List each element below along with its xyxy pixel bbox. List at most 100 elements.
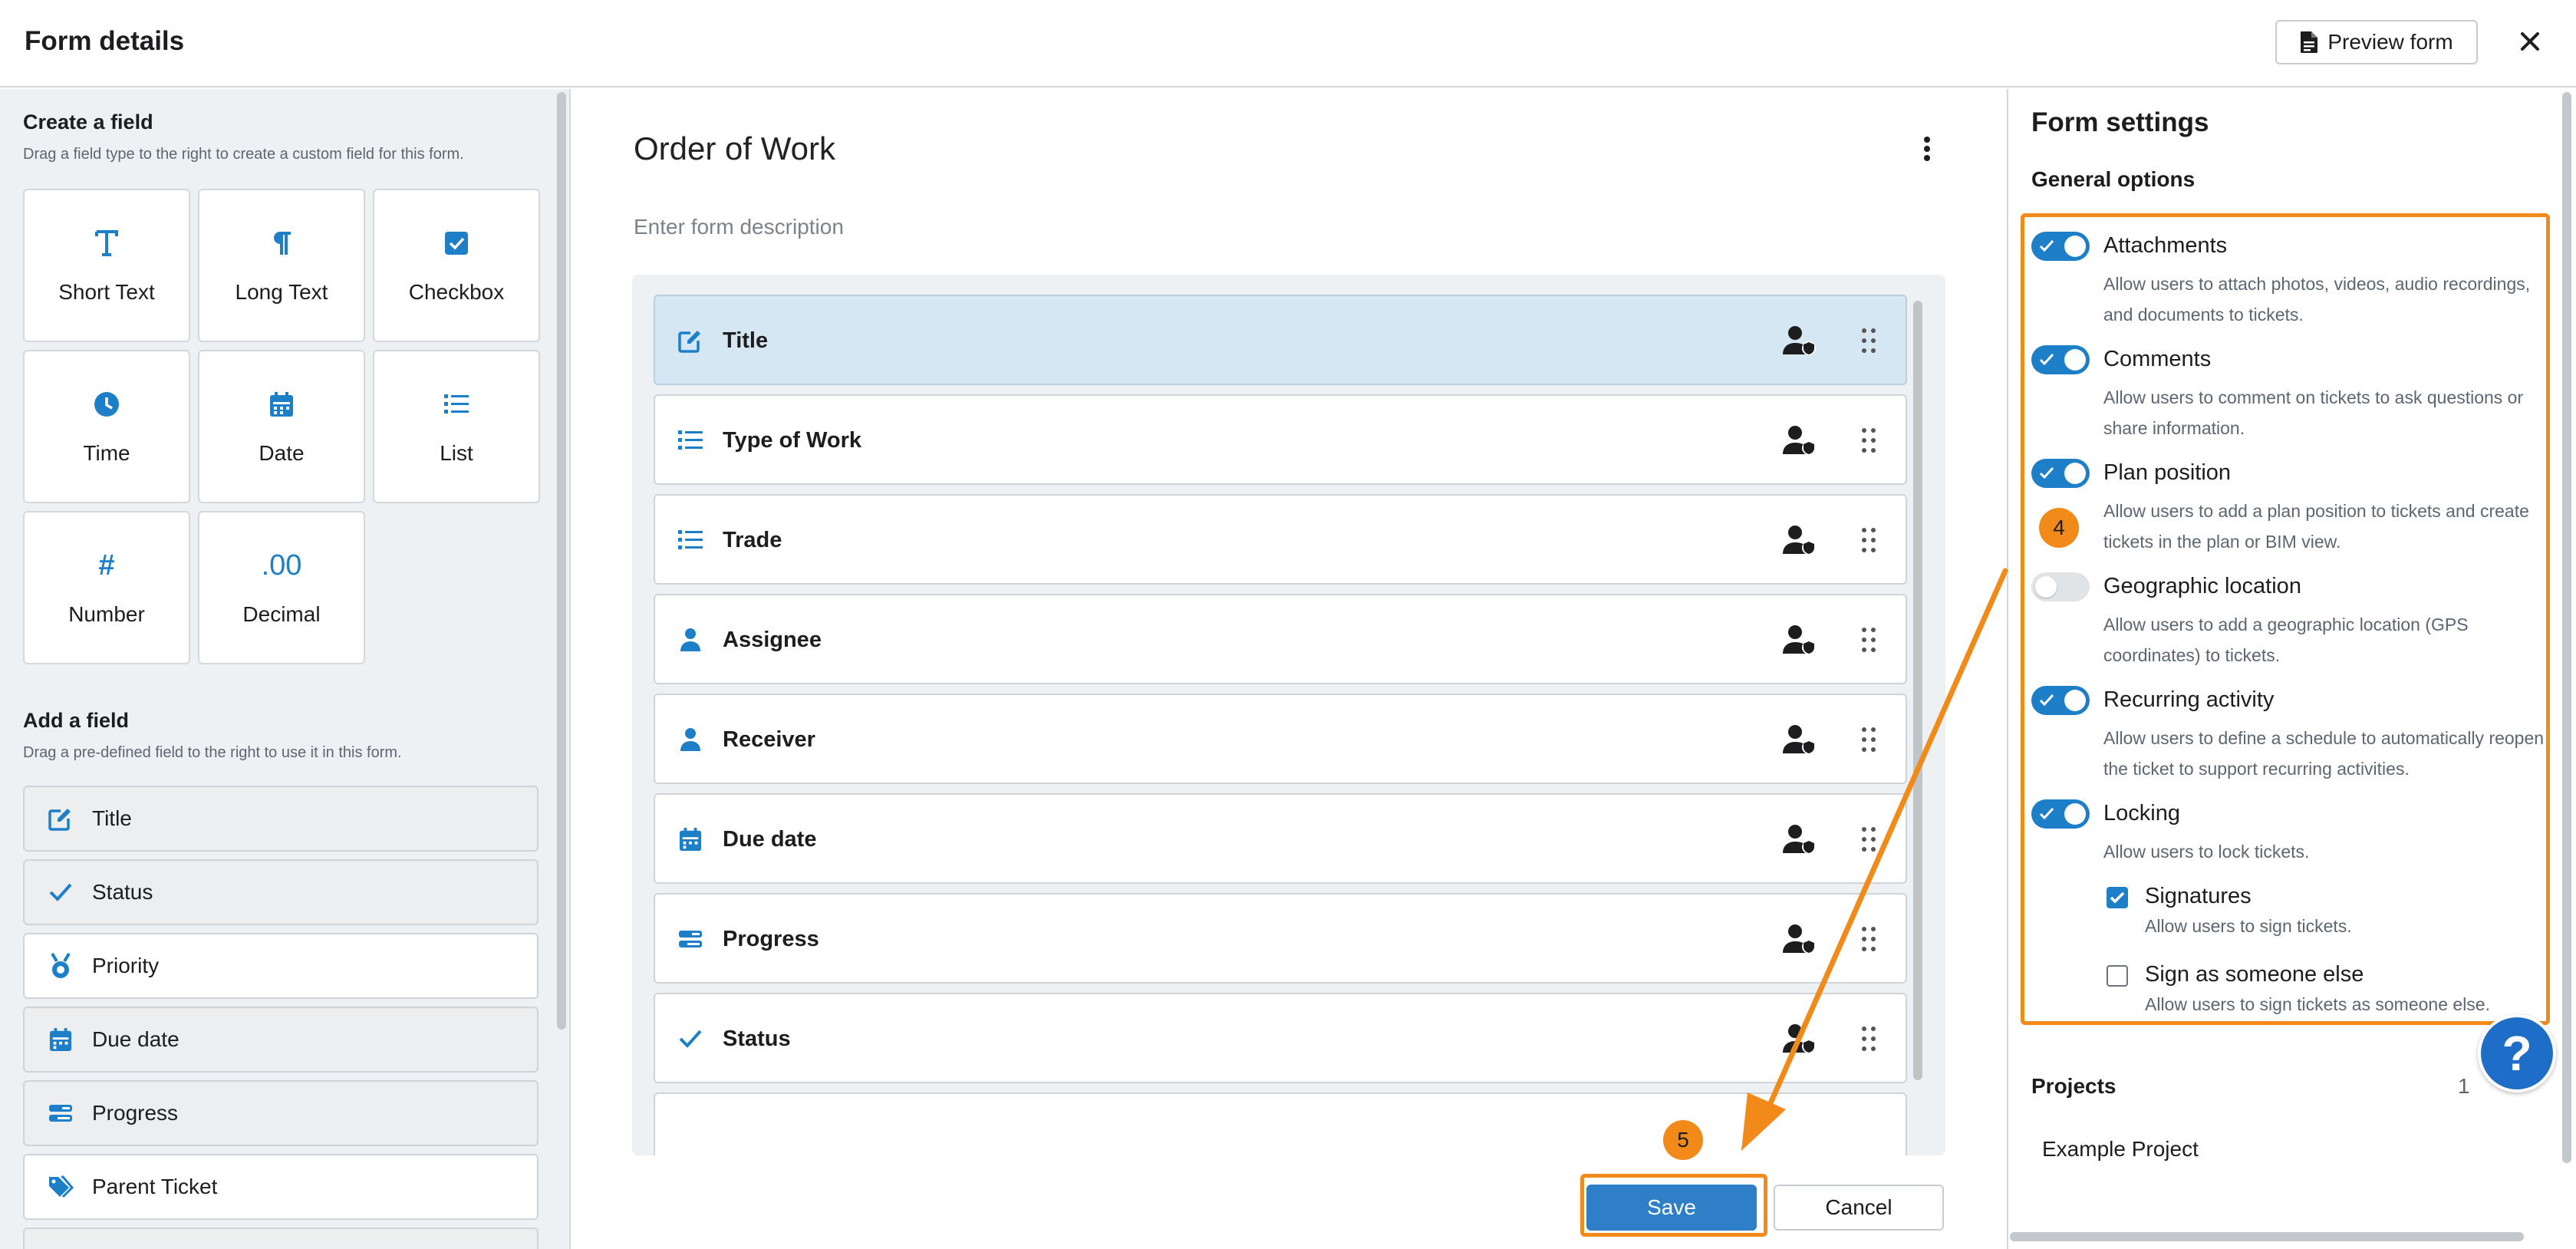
form-editor-panel: Order of Work Enter form description Tit…: [572, 89, 2007, 1249]
form-field-row-partial[interactable]: [654, 1092, 1907, 1155]
field-type-list[interactable]: List: [373, 350, 540, 503]
checkbox-icon: [444, 226, 469, 260]
form-field-label: Assignee: [723, 628, 822, 652]
comments-toggle[interactable]: [2031, 345, 2090, 374]
option-description: Allow users to add a geographic location…: [2103, 615, 2469, 665]
field-type-short-text[interactable]: Short Text: [23, 189, 190, 342]
drag-handle-icon[interactable]: [1861, 826, 1876, 853]
user-permission-icon[interactable]: [1783, 325, 1817, 356]
form-field-row[interactable]: Due date: [654, 793, 1907, 884]
fields-list-scrollbar[interactable]: [1913, 301, 1922, 1080]
user-permission-icon[interactable]: [1783, 924, 1817, 954]
user-permission-icon[interactable]: [1783, 824, 1817, 855]
recurring-activity-toggle[interactable]: [2031, 686, 2090, 715]
user-permission-icon[interactable]: [1783, 525, 1817, 555]
more-options-icon[interactable]: [1919, 132, 1935, 166]
header: Form details Preview form: [0, 0, 2576, 87]
option-description: Allow users to add a plan position to ti…: [2103, 501, 2529, 552]
add-field-title: Add a field: [23, 709, 130, 732]
edit-icon: [48, 806, 74, 832]
form-field-row[interactable]: Type of Work: [654, 394, 1907, 485]
cancel-button[interactable]: Cancel: [1774, 1185, 1944, 1231]
calendar-icon: [48, 1027, 74, 1053]
option-description: Allow users to define a schedule to auto…: [2103, 728, 2545, 779]
signatures-checkbox[interactable]: [2107, 887, 2128, 908]
field-type-long-text[interactable]: Long Text: [198, 189, 365, 342]
create-field-subtitle: Drag a field type to the right to create…: [23, 146, 464, 163]
predefined-field-progress[interactable]: Progress: [23, 1080, 539, 1146]
drag-handle-icon[interactable]: [1861, 327, 1876, 354]
drag-handle-icon[interactable]: [1861, 1025, 1876, 1053]
person-icon: [677, 726, 704, 753]
field-type-label: Checkbox: [408, 280, 505, 304]
hash-icon: #: [98, 549, 115, 582]
predefined-field-parent-ticket[interactable]: Parent Ticket: [23, 1154, 539, 1220]
preview-form-button[interactable]: Preview form: [2275, 20, 2478, 64]
form-field-label: Receiver: [723, 727, 815, 752]
drag-handle-icon[interactable]: [1861, 626, 1876, 654]
predefined-field-label: Priority: [92, 954, 160, 977]
form-description-input[interactable]: Enter form description: [634, 215, 844, 239]
right-horizontal-scrollbar[interactable]: [2010, 1232, 2524, 1241]
user-permission-icon[interactable]: [1783, 425, 1817, 456]
field-type-time[interactable]: Time: [23, 350, 190, 503]
predefined-field-label: Title: [92, 806, 132, 830]
save-button[interactable]: Save: [1586, 1185, 1757, 1231]
form-field-row[interactable]: Status: [654, 993, 1907, 1083]
attachments-toggle[interactable]: [2031, 232, 2090, 261]
create-field-title: Create a field: [23, 110, 153, 133]
page-title: Form details: [25, 26, 185, 56]
predefined-field-priority[interactable]: Priority: [23, 933, 539, 999]
field-type-label: List: [440, 441, 473, 465]
predefined-field-title[interactable]: Title: [23, 786, 539, 852]
field-type-label: Date: [259, 441, 305, 465]
sign-as-someone-else-checkbox[interactable]: [2107, 965, 2128, 987]
field-type-label: Decimal: [242, 602, 321, 626]
user-permission-icon[interactable]: [1783, 624, 1817, 655]
progress-icon: [48, 1100, 74, 1126]
field-type-decimal[interactable]: .00 Decimal: [198, 511, 365, 664]
form-fields-list: Title Type of Work Trade Assignee Receiv…: [632, 275, 1945, 1155]
edit-icon: [677, 327, 704, 354]
locking-toggle[interactable]: [2031, 799, 2090, 829]
field-type-checkbox[interactable]: Checkbox: [373, 189, 540, 342]
check-icon: [677, 1025, 704, 1053]
text-icon: [95, 226, 118, 260]
list-icon: [677, 427, 704, 454]
decimal-icon: .00: [261, 549, 302, 582]
close-icon[interactable]: [2516, 28, 2544, 55]
plan-position-toggle[interactable]: [2031, 459, 2090, 488]
field-type-number[interactable]: # Number: [23, 511, 190, 664]
user-permission-icon[interactable]: [1783, 1023, 1817, 1054]
help-button[interactable]: ?: [2478, 1014, 2556, 1092]
right-scrollbar[interactable]: [2562, 92, 2571, 1163]
geographic-location-toggle[interactable]: [2031, 572, 2090, 601]
field-type-label: Number: [68, 602, 145, 626]
option-title: Geographic location: [2103, 574, 2301, 598]
predefined-field-partial[interactable]: [23, 1228, 539, 1249]
left-scrollbar[interactable]: [557, 92, 566, 1030]
option-title: Plan position: [2103, 460, 2232, 485]
projects-count: 1: [2458, 1074, 2470, 1098]
form-field-row[interactable]: Assignee: [654, 594, 1907, 684]
add-field-subtitle: Drag a pre-defined field to the right to…: [23, 744, 402, 761]
form-field-row[interactable]: Receiver: [654, 694, 1907, 784]
form-title[interactable]: Order of Work: [634, 130, 835, 167]
projects-title: Projects: [2031, 1074, 2116, 1098]
sign-as-someone-else-description: Allow users to sign tickets as someone e…: [2145, 994, 2490, 1014]
general-options-title: General options: [2031, 167, 2196, 191]
user-permission-icon[interactable]: [1783, 724, 1817, 755]
predefined-field-label: Due date: [92, 1027, 180, 1051]
field-type-date[interactable]: Date: [198, 350, 365, 503]
form-field-row[interactable]: Trade: [654, 494, 1907, 585]
drag-handle-icon[interactable]: [1861, 526, 1876, 554]
form-field-row[interactable]: Title: [654, 295, 1907, 385]
drag-handle-icon[interactable]: [1861, 427, 1876, 454]
project-item[interactable]: Example Project: [2042, 1137, 2199, 1162]
drag-handle-icon[interactable]: [1861, 726, 1876, 753]
preview-form-label: Preview form: [2327, 30, 2453, 54]
predefined-field-status[interactable]: Status: [23, 859, 539, 925]
form-field-row[interactable]: Progress: [654, 893, 1907, 984]
drag-handle-icon[interactable]: [1861, 925, 1876, 953]
predefined-field-due-date[interactable]: Due date: [23, 1007, 539, 1073]
